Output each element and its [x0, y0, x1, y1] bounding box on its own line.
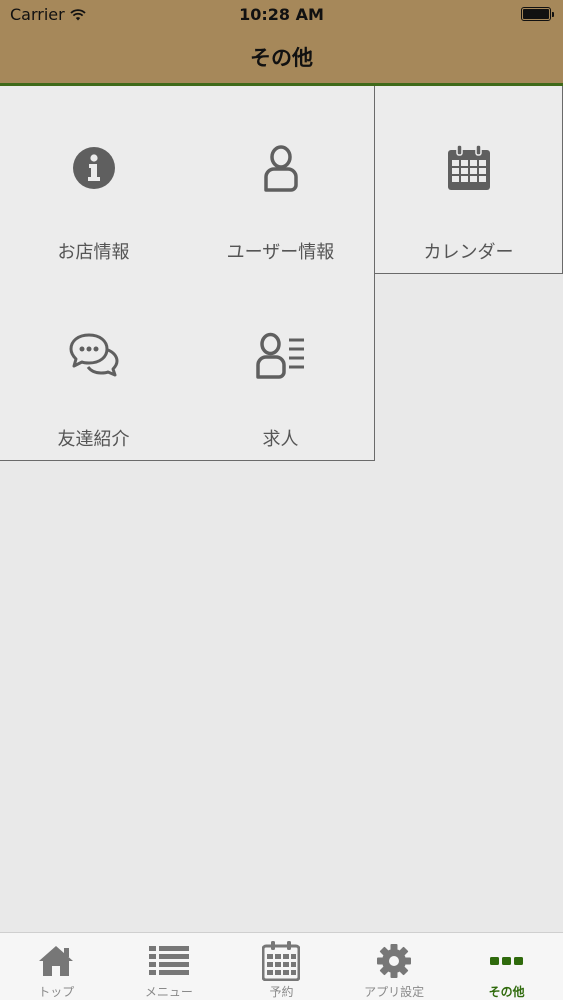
user-list-icon — [187, 329, 374, 381]
tile-label: ユーザー情報 — [226, 242, 335, 263]
battery-icon — [521, 7, 554, 21]
tab-label: メニュー — [144, 985, 193, 999]
tile-label: カレンダー — [423, 242, 514, 263]
tile-friend-referral[interactable]: 友達紹介 — [0, 273, 188, 461]
tab-bar: トップ メニュー 予約 アプリ設定 その他 — [0, 932, 563, 1000]
info-circle-icon — [0, 142, 187, 194]
calendar-icon — [375, 142, 562, 194]
tab-label: トップ — [38, 985, 75, 999]
tile-label: お店情報 — [57, 242, 130, 263]
navigation-header: Carrier 10:28 AM その他 — [0, 0, 563, 86]
tile-user-info[interactable]: ユーザー情報 — [187, 86, 375, 274]
tab-menu[interactable]: メニュー — [113, 933, 226, 1000]
page-title: その他 — [250, 46, 313, 70]
tile-label: 友達紹介 — [57, 429, 130, 450]
tab-other[interactable]: その他 — [450, 933, 563, 1000]
tab-top[interactable]: トップ — [0, 933, 113, 1000]
tile-calendar[interactable]: カレンダー — [375, 86, 563, 274]
calendar-icon — [225, 941, 338, 981]
user-icon — [187, 142, 374, 194]
tab-reservation[interactable]: 予約 — [225, 933, 338, 1000]
tab-app-settings[interactable]: アプリ設定 — [338, 933, 451, 1000]
chat-bubbles-icon — [0, 329, 187, 381]
tile-shop-info[interactable]: お店情報 — [0, 86, 188, 274]
tab-label: その他 — [488, 985, 525, 999]
more-dots-icon — [450, 941, 563, 981]
list-icon — [113, 941, 226, 981]
gear-icon — [338, 941, 451, 981]
tab-label: 予約 — [269, 985, 294, 999]
tile-job-openings[interactable]: 求人 — [187, 273, 375, 461]
home-icon — [0, 941, 113, 981]
status-bar: Carrier 10:28 AM — [0, 0, 563, 28]
tile-label: 求人 — [262, 429, 299, 450]
tab-label: アプリ設定 — [364, 985, 425, 999]
status-time: 10:28 AM — [239, 5, 324, 24]
